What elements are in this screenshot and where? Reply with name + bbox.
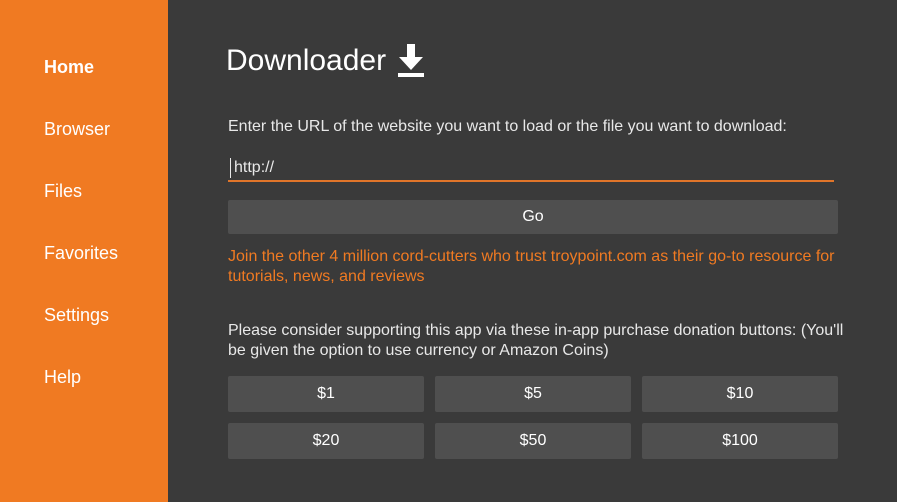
donate-10-button[interactable]: $10 (642, 376, 838, 412)
url-input[interactable]: http:// (228, 154, 834, 182)
donation-info-text: Please consider supporting this app via … (228, 322, 844, 359)
sidebar-item-browser[interactable]: Browser (44, 118, 110, 140)
text-caret (230, 158, 231, 178)
donate-100-button[interactable]: $100 (642, 423, 838, 459)
sidebar-item-favorites[interactable]: Favorites (44, 242, 118, 264)
sidebar-item-settings[interactable]: Settings (44, 304, 109, 326)
donate-20-button[interactable]: $20 (228, 423, 424, 459)
sidebar-item-help[interactable]: Help (44, 366, 81, 388)
sidebar-item-home[interactable]: Home (44, 56, 94, 78)
donate-1-button[interactable]: $1 (228, 376, 424, 412)
url-input-value: http:// (234, 159, 275, 176)
go-button[interactable]: Go (228, 200, 838, 234)
app-header: Downloader (226, 40, 426, 82)
donate-50-button[interactable]: $50 (435, 423, 631, 459)
download-icon (396, 43, 426, 79)
sidebar: Home Browser Files Favorites Settings He… (0, 0, 168, 502)
url-prompt: Enter the URL of the website you want to… (228, 118, 787, 135)
sidebar-item-files[interactable]: Files (44, 180, 82, 202)
promo-text: Join the other 4 million cord-cutters wh… (228, 248, 835, 285)
app-title: Downloader (226, 44, 387, 77)
donate-5-button[interactable]: $5 (435, 376, 631, 412)
main-panel: Downloader Enter the URL of the website … (168, 0, 897, 502)
